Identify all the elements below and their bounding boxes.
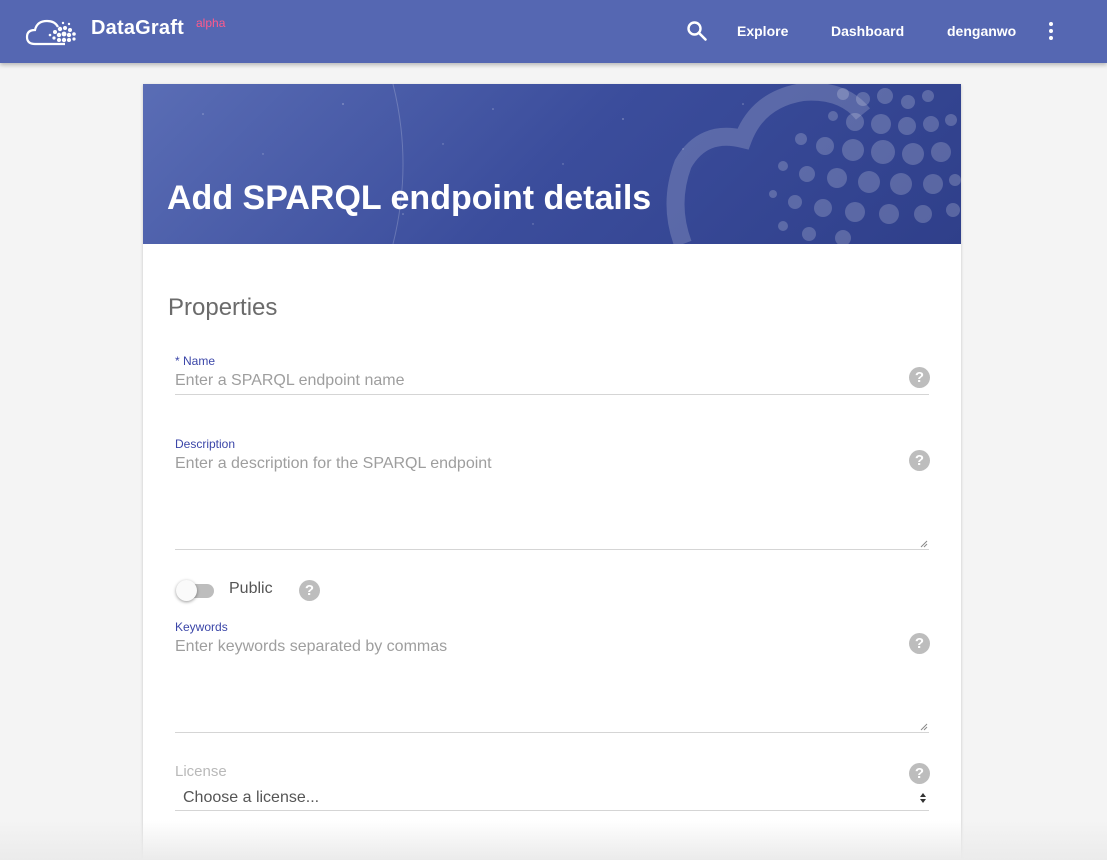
license-select[interactable]: Choose a license... xyxy=(175,785,929,811)
hero-banner: Add SPARQL endpoint details xyxy=(143,84,961,244)
keywords-input[interactable]: Enter keywords separated by commas xyxy=(175,638,447,656)
keywords-underline xyxy=(175,732,929,733)
description-label: Description xyxy=(175,437,236,451)
more-vert-icon[interactable] xyxy=(1043,20,1059,42)
license-selected-value: Choose a license... xyxy=(183,789,320,806)
description-input[interactable]: Enter a description for the SPARQL endpo… xyxy=(175,455,492,473)
name-label: * Name xyxy=(175,354,216,368)
page-title: Add SPARQL endpoint details xyxy=(167,179,652,217)
name-input[interactable]: Enter a SPARQL endpoint name xyxy=(175,372,404,390)
top-app-bar: DataGraft alpha Explore Dashboard dengan… xyxy=(0,0,1107,63)
license-help-icon[interactable]: ? xyxy=(909,763,930,784)
nav-explore[interactable]: Explore xyxy=(737,23,788,39)
brand-tag: alpha xyxy=(196,16,226,30)
select-arrows-icon xyxy=(920,793,926,803)
license-underline xyxy=(175,810,929,811)
section-title: Properties xyxy=(168,294,278,321)
license-label: License xyxy=(175,763,227,780)
description-help-icon[interactable]: ? xyxy=(909,450,930,471)
cloud-bubbles-icon xyxy=(172,84,961,244)
form-card: Add SPARQL endpoint details Properties *… xyxy=(143,84,961,860)
search-icon[interactable] xyxy=(686,20,708,42)
name-underline xyxy=(175,394,929,395)
name-help-icon[interactable]: ? xyxy=(909,367,930,388)
nav-user[interactable]: denganwo xyxy=(947,23,1016,39)
public-label: Public xyxy=(229,580,273,597)
resize-handle-icon[interactable] xyxy=(920,723,928,731)
brand-name[interactable]: DataGraft xyxy=(91,17,184,40)
nav-dashboard[interactable]: Dashboard xyxy=(831,23,904,39)
cloud-logo-icon[interactable] xyxy=(25,16,79,48)
resize-handle-icon[interactable] xyxy=(920,540,928,548)
public-toggle-knob[interactable] xyxy=(176,580,197,601)
description-underline xyxy=(175,549,929,550)
keywords-help-icon[interactable]: ? xyxy=(909,633,930,654)
public-help-icon[interactable]: ? xyxy=(299,580,320,601)
keywords-label: Keywords xyxy=(175,620,228,634)
